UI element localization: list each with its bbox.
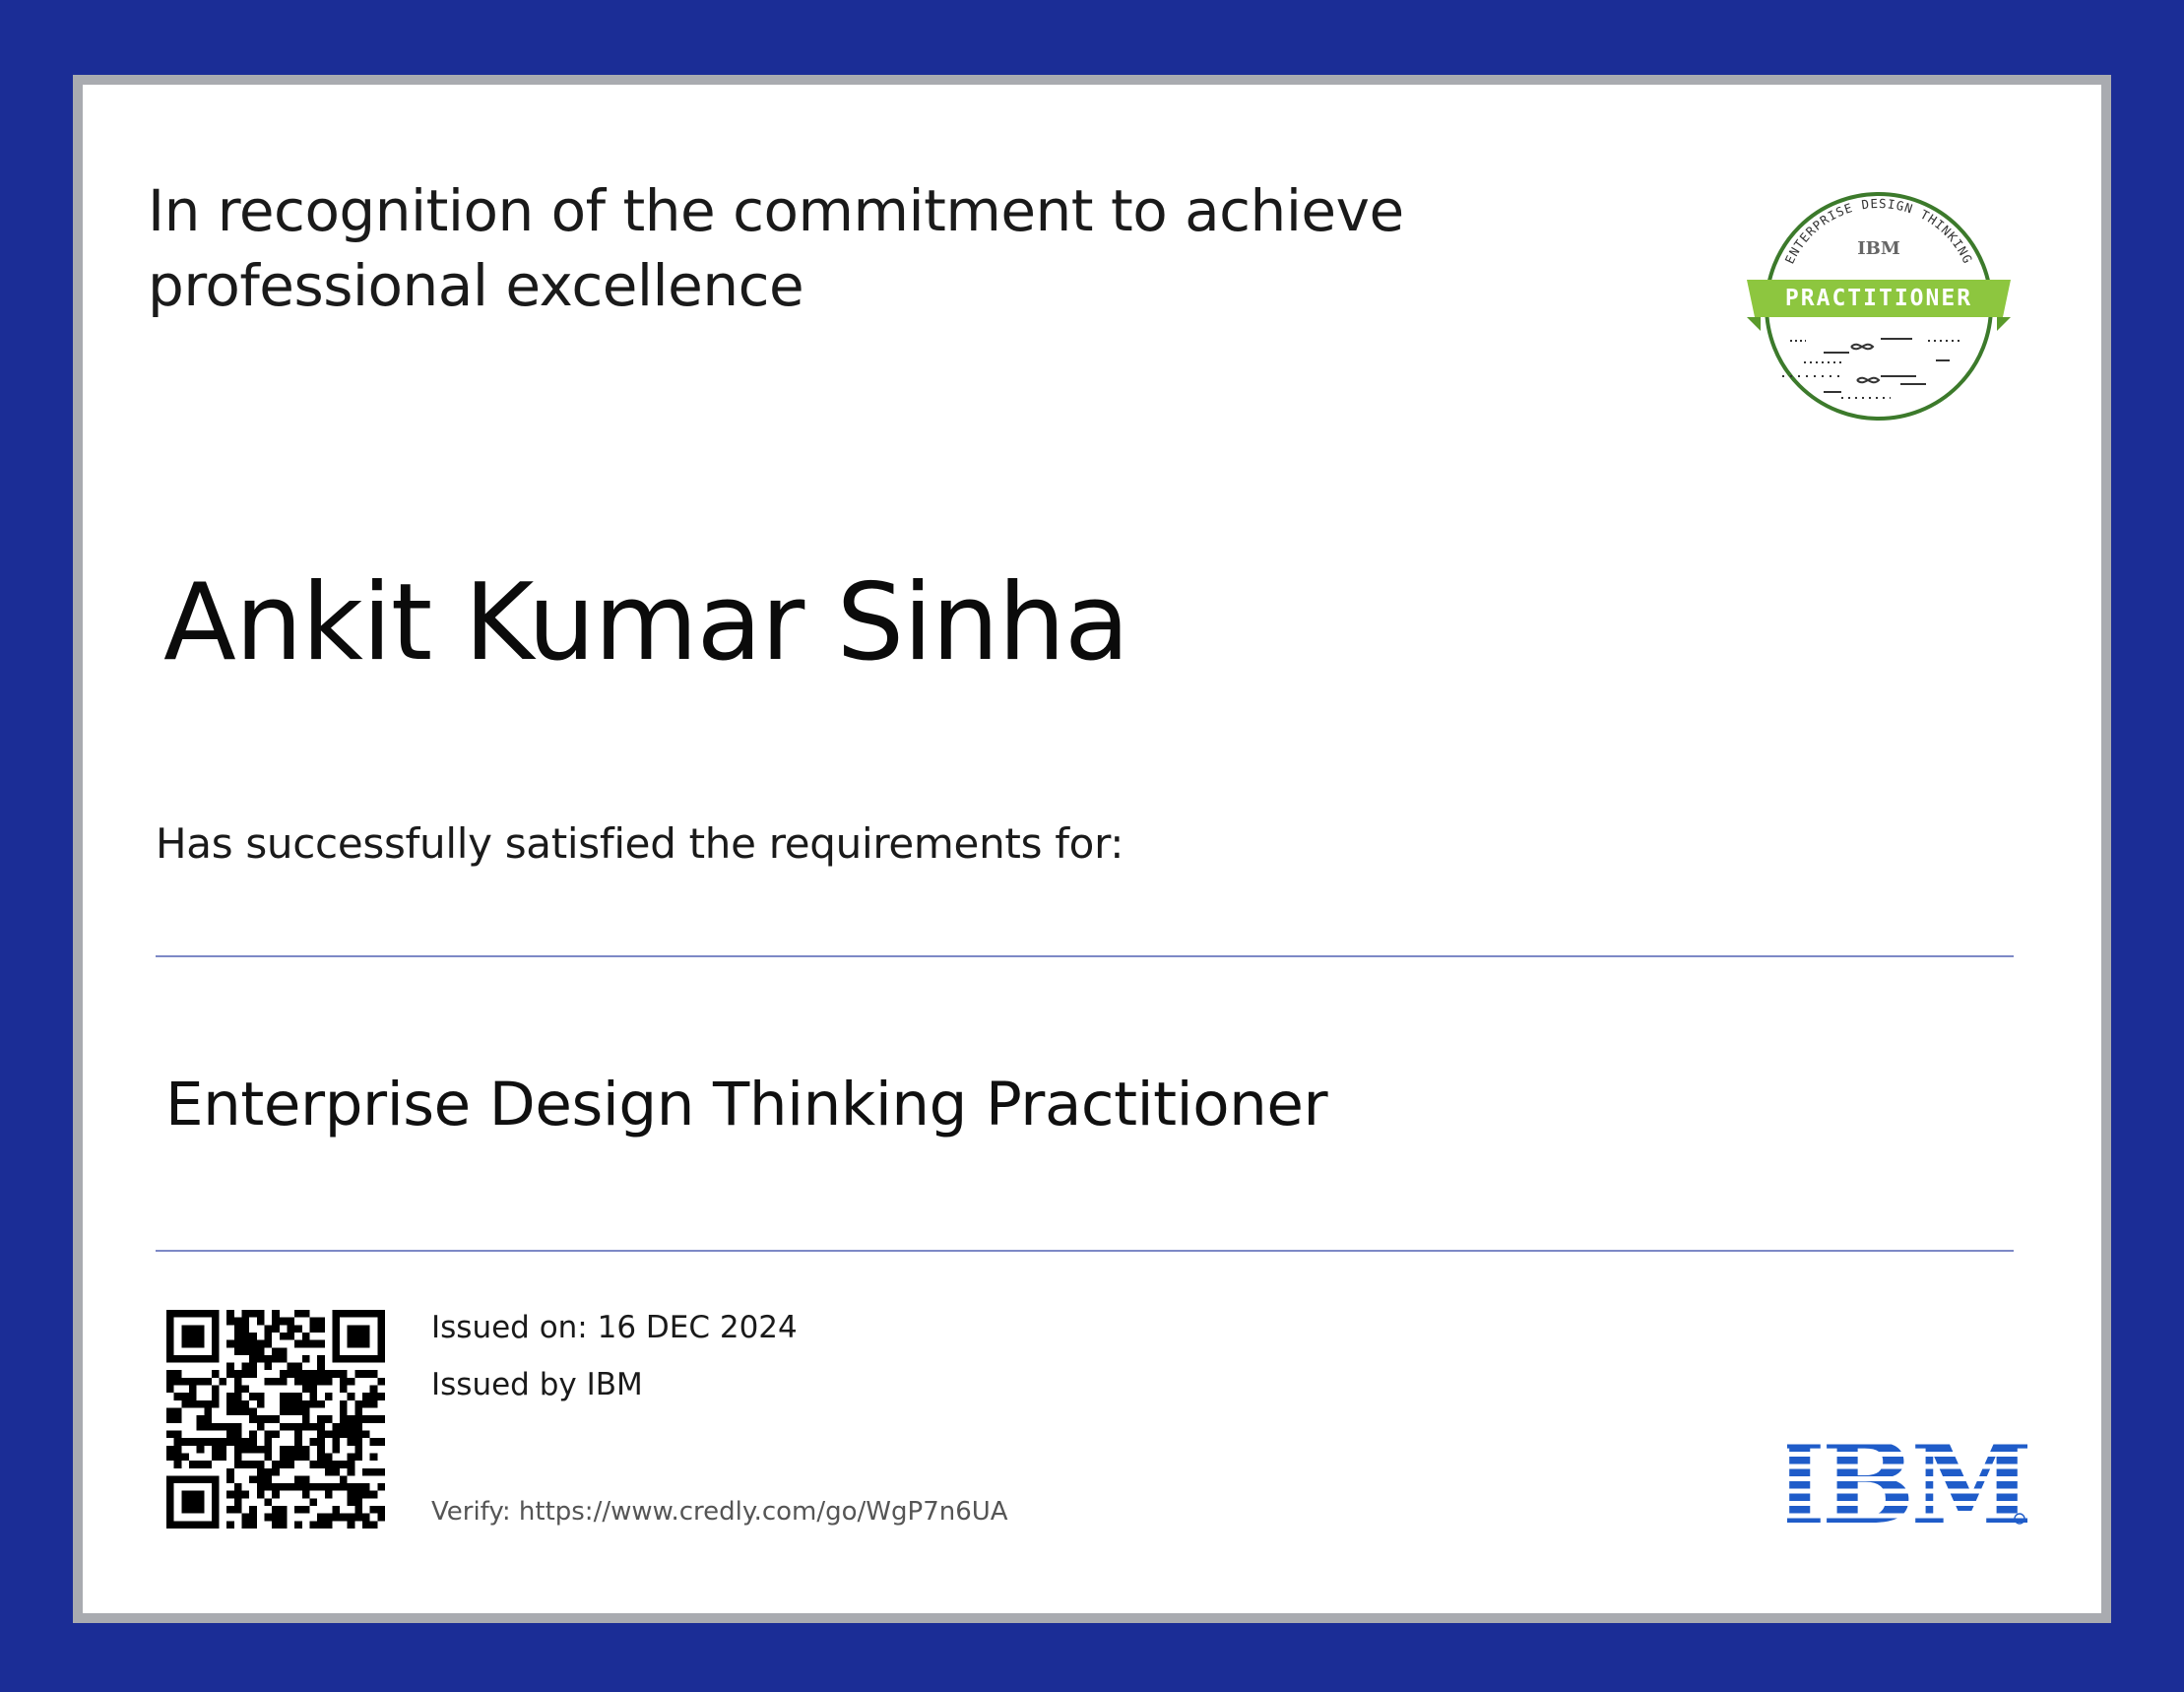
badge-brand: IBM bbox=[1857, 238, 1900, 259]
satisfied-text: Has successfully satisfied the requireme… bbox=[156, 819, 1124, 868]
credential-title: Enterprise Design Thinking Practitioner bbox=[165, 1070, 1328, 1139]
badge-level: PRACTITIONER bbox=[1785, 286, 1972, 311]
ibm-logo: IBM bbox=[1787, 1432, 2027, 1530]
qr-code-icon bbox=[166, 1310, 385, 1529]
recipient-name: Ankit Kumar Sinha bbox=[163, 561, 1129, 684]
bottom-divider bbox=[156, 1250, 2014, 1252]
recognition-text: In recognition of the commitment to achi… bbox=[148, 177, 1404, 319]
verify-link[interactable]: Verify: https://www.credly.com/go/WgP7n6… bbox=[431, 1497, 1008, 1527]
ibm-logo-text: IBM bbox=[1787, 1432, 2027, 1530]
issued-by: Issued by IBM bbox=[431, 1367, 643, 1402]
issued-on: Issued on: 16 DEC 2024 bbox=[431, 1310, 798, 1345]
practitioner-badge: ENTERPRISE DESIGN THINKING IBM PRACTITIO… bbox=[1747, 192, 2011, 421]
top-divider bbox=[156, 955, 2014, 957]
